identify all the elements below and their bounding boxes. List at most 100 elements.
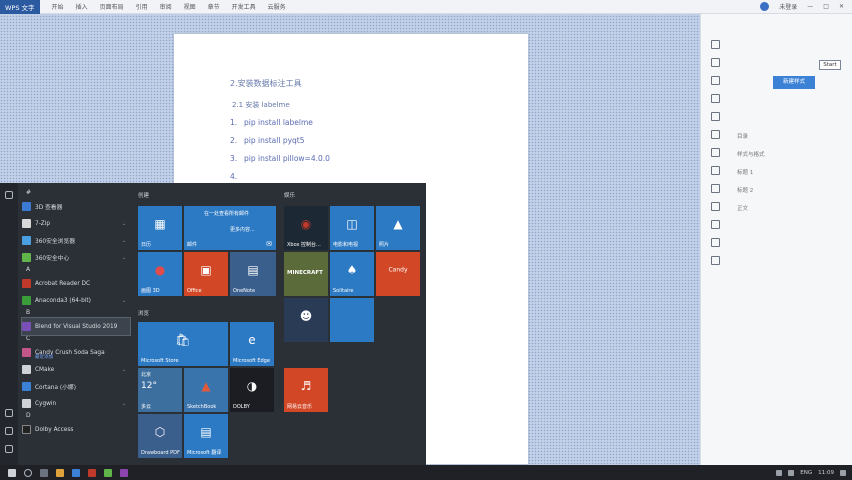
tile-movies[interactable]: ◫ 电影和电视	[330, 206, 374, 250]
volume-icon[interactable]	[788, 469, 795, 476]
group-header[interactable]: #	[22, 189, 130, 198]
start-button[interactable]: Start	[819, 60, 841, 70]
tile-mail[interactable]: 在一处查看所有邮件 更多内容... 邮件 ✉	[184, 206, 276, 250]
tile-group-entertainment[interactable]: 娱乐	[284, 191, 295, 199]
tile-sketchbook[interactable]: ▲ SketchBook	[184, 368, 228, 412]
menu-item-sections[interactable]: 章节	[208, 2, 220, 11]
help-icon[interactable]	[711, 202, 720, 211]
file-explorer-icon[interactable]	[56, 468, 64, 477]
tile-disney[interactable]: ☻	[284, 298, 328, 342]
style-list: 目录 样式与格式 标题 1 标题 2 正文	[737, 132, 765, 212]
app-acrobat[interactable]: Acrobat Reader DC	[22, 275, 130, 292]
paint3d-icon: ●	[154, 263, 166, 278]
menu-item-layout[interactable]: 页面布局	[100, 2, 124, 11]
task-view-icon[interactable]	[40, 468, 48, 477]
app-7zip[interactable]: 7-Zip ⌄	[22, 215, 130, 232]
app-candy-crush[interactable]: Candy Crush Soda Saga 最近添加	[22, 344, 130, 361]
tile-edge[interactable]: e Microsoft Edge	[230, 322, 274, 366]
settings-icon[interactable]	[711, 220, 720, 229]
mickey-icon: ☻	[299, 309, 313, 324]
input-language[interactable]: ENG	[800, 470, 812, 476]
list-item[interactable]: 样式与格式	[737, 150, 765, 158]
select-icon[interactable]	[711, 58, 720, 67]
property-icon[interactable]	[711, 94, 720, 103]
tile-translator[interactable]: ▤ Microsoft 翻译	[184, 414, 228, 458]
tile-group-create[interactable]: 创建	[138, 191, 149, 199]
tile-store[interactable]: 🛍 Microsoft Store	[138, 322, 228, 366]
app-taskbar-icon[interactable]	[104, 468, 112, 477]
app-taskbar-icon[interactable]	[120, 468, 128, 477]
navigation-icon[interactable]	[711, 112, 720, 121]
tile-candy[interactable]: Candy	[376, 252, 420, 296]
menu-item-references[interactable]: 引用	[136, 2, 148, 11]
tile-dolby[interactable]: ◑ DOLBY	[230, 368, 274, 412]
group-header[interactable]: C	[22, 335, 130, 344]
close-icon[interactable]: ✕	[839, 3, 844, 10]
tile-xbox[interactable]: ◉ Xbox 控制台...	[284, 206, 328, 250]
more-icon[interactable]	[711, 256, 720, 265]
edge-taskbar-icon[interactable]	[72, 468, 80, 477]
tile-onenote[interactable]: ▤ OneNote	[230, 252, 276, 296]
windows-start-icon[interactable]	[8, 468, 16, 477]
recently-added-label: 最近添加	[35, 355, 53, 360]
group-header[interactable]: B	[22, 309, 130, 318]
minimize-icon[interactable]: —	[807, 3, 813, 10]
app-cmake[interactable]: CMake ⌄	[22, 361, 130, 378]
wps-taskbar-icon[interactable]	[88, 468, 96, 477]
tile-paint3d[interactable]: ● 画图 3D	[138, 252, 182, 296]
tile-minecraft[interactable]: MINECRAFT	[284, 252, 328, 296]
menu-item-insert[interactable]: 插入	[76, 2, 88, 11]
list-item[interactable]: 正文	[737, 204, 765, 212]
edge-icon: e	[248, 333, 256, 348]
network-icon[interactable]	[776, 469, 783, 476]
new-style-button[interactable]: 新建样式	[773, 76, 815, 89]
avatar[interactable]	[760, 2, 770, 11]
tile-solitaire[interactable]: ♠ Solitaire	[330, 252, 374, 296]
group-header[interactable]: A	[22, 266, 130, 275]
shape-icon[interactable]	[711, 76, 720, 85]
clock[interactable]: 11:09	[818, 470, 834, 476]
app-360-browser[interactable]: 360安全浏览器 ⌄	[22, 232, 130, 249]
settings-icon[interactable]	[5, 427, 13, 435]
tile-group-browse[interactable]: 浏览	[138, 309, 149, 317]
limit-icon[interactable]	[711, 166, 720, 175]
tile-photos[interactable]: ▲ 照片	[376, 206, 420, 250]
tool-icon[interactable]	[711, 238, 720, 247]
app-3d-viewer[interactable]: 3D 查看器	[22, 198, 130, 215]
power-icon[interactable]	[5, 445, 13, 453]
app-anaconda[interactable]: Anaconda3 (64-bit) ⌄	[22, 292, 130, 309]
user-status[interactable]: 未登录	[779, 2, 797, 11]
tile-office[interactable]: ▣ Office	[184, 252, 228, 296]
list-item[interactable]: 标题 2	[737, 186, 765, 194]
chevron-down-icon: ⌄	[121, 254, 126, 261]
menu-item-developer[interactable]: 开发工具	[232, 2, 256, 11]
list-item[interactable]: 目录	[737, 132, 765, 140]
wps-app-badge[interactable]: WPS 文字	[0, 0, 40, 14]
tile-weather[interactable]: 北京 12° 多云	[138, 368, 182, 412]
menu-item-home[interactable]: 开始	[52, 2, 64, 11]
search-icon[interactable]	[24, 468, 32, 477]
notification-icon[interactable]	[840, 469, 846, 476]
tile-empty[interactable]	[330, 298, 374, 342]
tile-calendar[interactable]: ▦ 日历	[138, 206, 182, 250]
hamburger-icon[interactable]	[5, 191, 13, 199]
style-icon[interactable]	[711, 40, 720, 49]
list-item[interactable]: 标题 1	[737, 168, 765, 176]
backup-icon[interactable]	[711, 130, 720, 139]
tile-netease-music[interactable]: ♬ 网易云音乐	[284, 368, 328, 412]
group-header[interactable]: D	[22, 412, 130, 421]
app-360-security[interactable]: 360安全中心 ⌄	[22, 249, 130, 266]
menu-item-cloud[interactable]: 云服务	[268, 2, 286, 11]
format-icon[interactable]	[711, 148, 720, 157]
menu-item-review[interactable]: 审阅	[160, 2, 172, 11]
app-blend-vs[interactable]: Blend for Visual Studio 2019	[21, 317, 131, 336]
app-cortana[interactable]: Cortana (小娜)	[22, 378, 130, 395]
document-subheading: 2.1 安装 labelme	[232, 101, 290, 109]
user-icon[interactable]	[5, 409, 13, 417]
app-dolby-access[interactable]: Dolby Access	[22, 421, 130, 438]
share-icon[interactable]	[711, 184, 720, 193]
tile-drawboard[interactable]: ⬡ Drawboard PDF	[138, 414, 182, 458]
maximize-icon[interactable]: □	[823, 3, 829, 10]
app-cygwin[interactable]: Cygwin ⌄	[22, 395, 130, 412]
menu-item-view[interactable]: 视图	[184, 2, 196, 11]
